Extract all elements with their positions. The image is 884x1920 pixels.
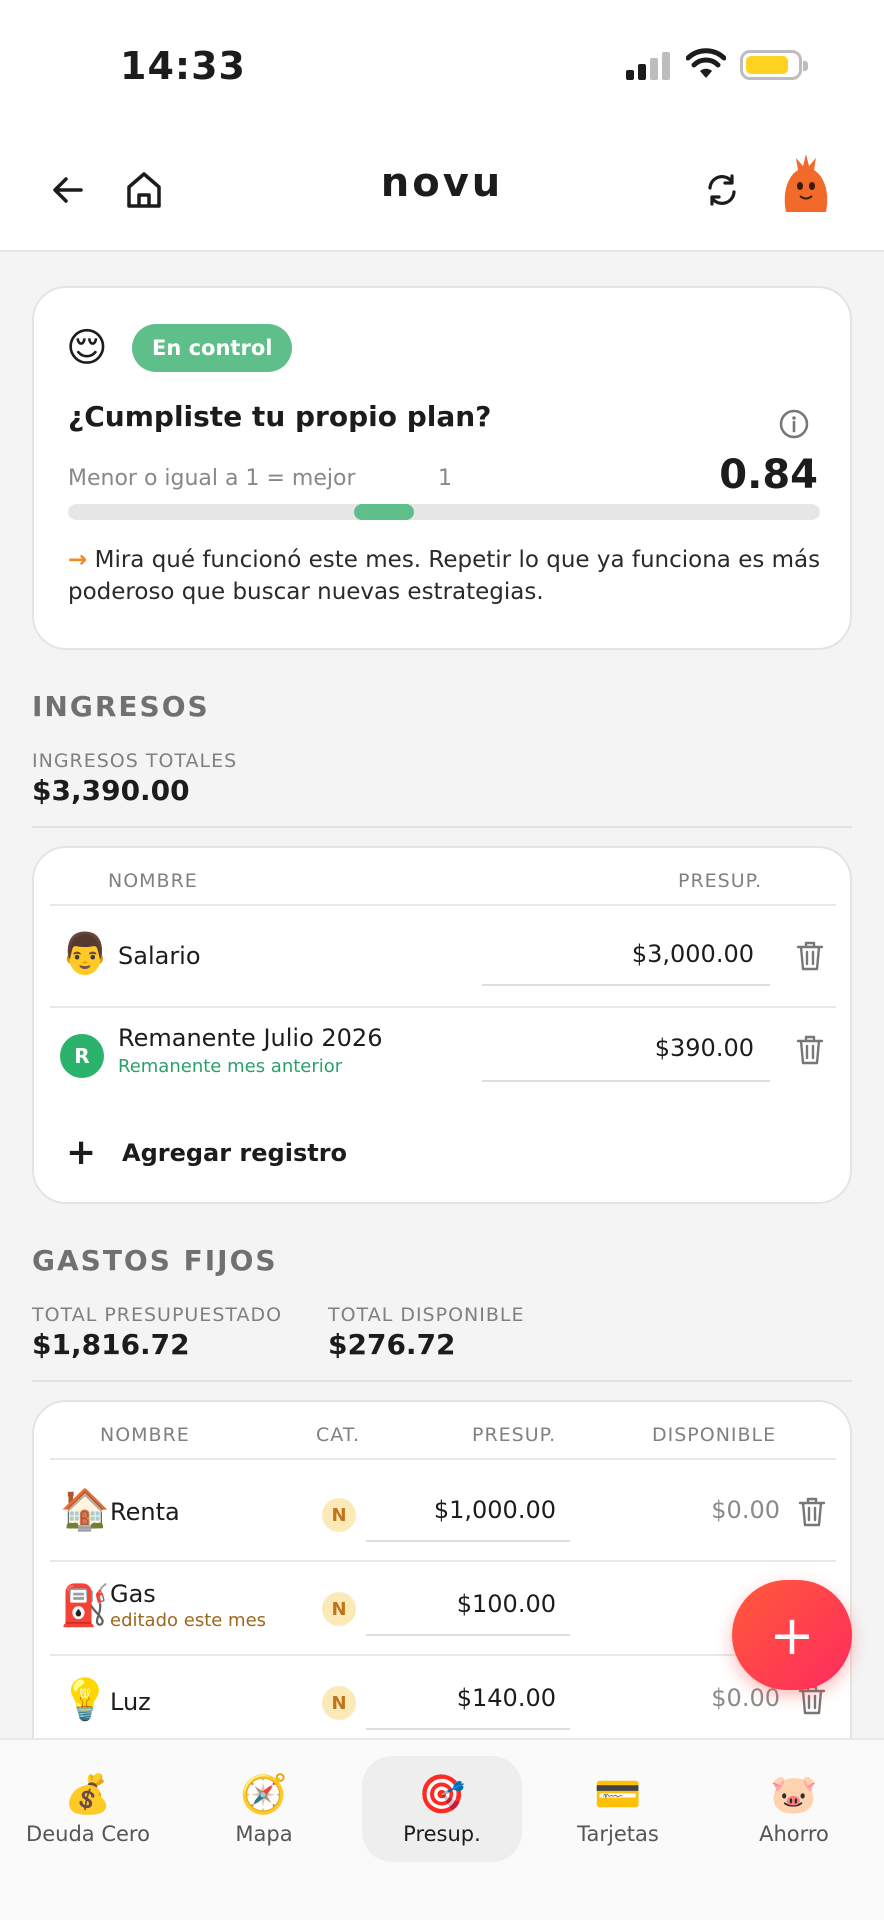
nav-label: Tarjetas [577, 1822, 659, 1846]
scale-threshold: 1 [438, 466, 452, 491]
budget-input[interactable]: $1,000.00 [366, 1496, 556, 1524]
target-icon: 🎯 [418, 1772, 466, 1816]
credit-card-icon: 💳 [594, 1772, 642, 1816]
plus-icon: + [66, 1132, 97, 1173]
amount-input[interactable]: $390.00 [482, 1034, 754, 1062]
scale-label: Menor o igual a 1 = mejor [68, 466, 356, 491]
row-name: Luz [110, 1688, 151, 1716]
category-badge[interactable]: N [322, 1686, 356, 1720]
trash-icon[interactable] [796, 1034, 824, 1066]
status-bar: 14:33 [0, 0, 884, 130]
house-icon: 🏠 [60, 1487, 110, 1533]
arrow-right-icon: → [68, 547, 88, 573]
available-value: $0.00 [711, 1496, 780, 1524]
nav-mapa[interactable]: 🧭 Mapa [184, 1756, 344, 1862]
trash-icon[interactable] [798, 1496, 826, 1528]
compass-icon: 🧭 [240, 1772, 288, 1816]
gastos-fijos-title: GASTOS FIJOS [32, 1244, 278, 1277]
refresh-icon [708, 174, 736, 206]
add-record-button[interactable]: + Agregar registro [66, 1132, 347, 1173]
row-name: Remanente Julio 2026 [118, 1024, 383, 1052]
available-value: $0.00 [711, 1684, 780, 1712]
plan-title: ¿Cumpliste tu propio plan? [68, 400, 492, 433]
plan-status-card: 😌 En control ¿Cumpliste tu propio plan? … [32, 286, 852, 650]
nav-label: Mapa [235, 1822, 293, 1846]
ingresos-table: NOMBRE PRESUP. 👨 Salario $3,000.00 R Rem… [32, 846, 852, 1204]
col-nombre: NOMBRE [108, 870, 198, 892]
battery-icon [740, 50, 808, 80]
ingresos-title: INGRESOS [32, 690, 210, 723]
plan-tip: → Mira qué funcionó este mes. Repetir lo… [68, 544, 828, 608]
ingresos-total-value: $3,390.00 [32, 774, 190, 807]
row-name: Gas [110, 1580, 156, 1608]
row-name: Renta [110, 1498, 180, 1526]
plan-progress-marker [354, 504, 414, 520]
budget-input[interactable]: $140.00 [366, 1684, 556, 1712]
status-badge: En control [132, 324, 293, 372]
nav-tarjetas[interactable]: 💳 Tarjetas [538, 1756, 698, 1862]
plan-tip-text: Mira qué funcionó este mes. Repetir lo q… [68, 547, 821, 605]
row-subtitle: Remanente mes anterior [118, 1056, 343, 1077]
row-subtitle: editado este mes [110, 1610, 267, 1631]
nav-ahorro[interactable]: 🐷 Ahorro [714, 1756, 874, 1862]
amount-input[interactable]: $3,000.00 [482, 940, 754, 968]
nav-label: Ahorro [759, 1822, 829, 1846]
budget-input[interactable]: $100.00 [366, 1590, 556, 1618]
remanente-avatar: R [60, 1034, 104, 1078]
pig-icon: 🐷 [770, 1772, 818, 1816]
nav-deuda-cero[interactable]: 💰 Deuda Cero [8, 1756, 168, 1862]
add-record-label: Agregar registro [122, 1138, 348, 1167]
row-name: Salario [118, 942, 201, 970]
total-presupuestado-label: TOTAL PRESUPUESTADO [32, 1304, 283, 1326]
profile-avatar[interactable] [776, 152, 836, 218]
col-presup: PRESUP. [472, 1424, 557, 1446]
total-disponible-label: TOTAL DISPONIBLE [328, 1304, 525, 1326]
col-cat: CAT. [316, 1424, 361, 1446]
light-bulb-icon: 💡 [60, 1677, 110, 1723]
app-header: novu [0, 130, 884, 252]
nav-presup[interactable]: 🎯 Presup. [362, 1756, 522, 1862]
cellular-signal-icon [626, 50, 672, 80]
person-icon: 👨 [60, 931, 110, 977]
divider [32, 1380, 852, 1382]
category-badge[interactable]: N [322, 1592, 356, 1626]
nav-label: Deuda Cero [26, 1822, 150, 1846]
money-bag-icon: 💰 [64, 1772, 112, 1816]
nav-label: Presup. [403, 1822, 481, 1846]
ingresos-total-label: INGRESOS TOTALES [32, 750, 238, 772]
relieved-face-icon: 😌 [66, 325, 108, 371]
add-fab-button[interactable]: + [732, 1580, 852, 1690]
col-disponible: DISPONIBLE [652, 1424, 777, 1446]
bottom-navigation: 💰 Deuda Cero 🧭 Mapa 🎯 Presup. 💳 Tarjetas… [0, 1738, 884, 1920]
col-nombre: NOMBRE [100, 1424, 190, 1446]
total-presupuestado-value: $1,816.72 [32, 1328, 190, 1361]
status-time: 14:33 [120, 44, 246, 88]
wifi-icon [686, 48, 726, 78]
divider [32, 826, 852, 828]
category-badge[interactable]: N [322, 1498, 356, 1532]
info-icon[interactable] [778, 408, 810, 440]
fuel-pump-icon: ⛽ [60, 1583, 110, 1629]
refresh-button[interactable] [692, 160, 752, 220]
total-disponible-value: $276.72 [328, 1328, 456, 1361]
plan-progress-track [68, 504, 820, 520]
trash-icon[interactable] [796, 940, 824, 972]
plan-score: 0.84 [719, 452, 818, 498]
col-presup: PRESUP. [678, 870, 763, 892]
